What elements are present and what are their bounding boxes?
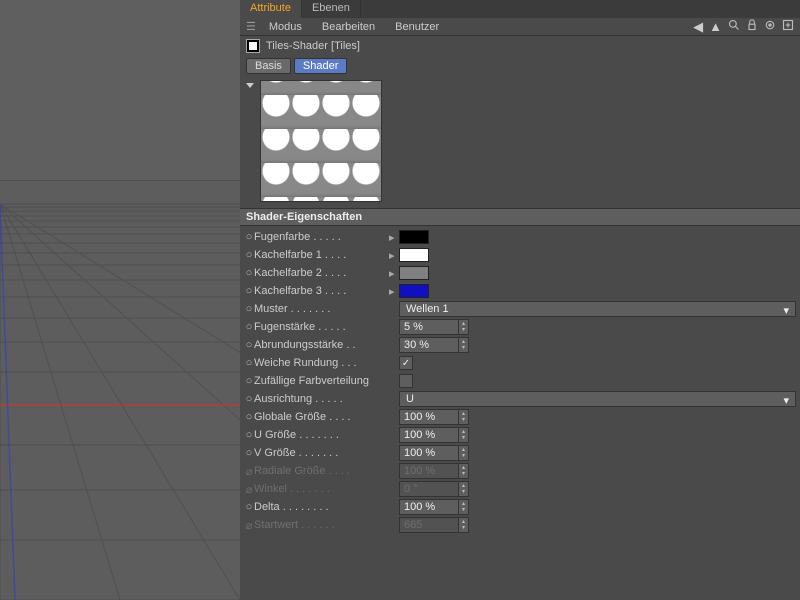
prop-abrundungsstaerke: ○Abrundungsstärke . . 30 % ▴▾ bbox=[244, 336, 796, 354]
target-icon[interactable] bbox=[764, 19, 776, 31]
select-muster[interactable]: Wellen 1 ▾ bbox=[399, 301, 796, 317]
attribute-panel: Attribute Ebenen ☰ Modus Bearbeiten Benu… bbox=[240, 0, 800, 600]
prop-delta: ○Delta . . . . . . . . 100 % ▴▾ bbox=[244, 498, 796, 516]
subtabs: Basis Shader bbox=[240, 56, 800, 78]
arrow-icon[interactable]: ▸ bbox=[389, 267, 399, 280]
viewport-grid bbox=[0, 0, 240, 600]
prop-kachelfarbe3: ○Kachelfarbe 3 . . . . ▸ bbox=[244, 282, 796, 300]
label-kachelfarbe3: Kachelfarbe 3 . . . . bbox=[254, 285, 389, 297]
spinner: ▴▾ bbox=[459, 481, 469, 497]
prop-v-groesse: ○V Größe . . . . . . . 100 % ▴▾ bbox=[244, 444, 796, 462]
input-u-groesse[interactable]: 100 % bbox=[399, 427, 459, 443]
object-name-bar: Tiles-Shader [Tiles] bbox=[240, 36, 800, 56]
swatch-kachelfarbe1[interactable] bbox=[399, 248, 429, 262]
section-header: Shader-Eigenschaften bbox=[240, 208, 800, 226]
label-fugenstaerke: Fugenstärke . . . . . bbox=[254, 321, 389, 333]
object-name: Tiles-Shader [Tiles] bbox=[266, 40, 360, 52]
prop-zufall: ○Zufällige Farbverteilung bbox=[244, 372, 796, 390]
shader-preview[interactable] bbox=[260, 80, 382, 202]
swatch-kachelfarbe2[interactable] bbox=[399, 266, 429, 280]
spinner[interactable]: ▴▾ bbox=[459, 445, 469, 461]
tiles-shader-icon bbox=[246, 39, 260, 53]
spinner: ▴▾ bbox=[459, 517, 469, 533]
nav-up-icon[interactable]: ▲ bbox=[709, 19, 722, 35]
spinner[interactable]: ▴▾ bbox=[459, 499, 469, 515]
prop-startwert: ⌀Startwert . . . . . . 665 ▴▾ bbox=[244, 516, 796, 534]
search-icon[interactable] bbox=[728, 19, 740, 31]
prop-fugenstaerke: ○Fugenstärke . . . . . 5 % ▴▾ bbox=[244, 318, 796, 336]
select-value: U bbox=[406, 393, 414, 405]
label-startwert: Startwert . . . . . . bbox=[254, 519, 389, 531]
spinner[interactable]: ▴▾ bbox=[459, 409, 469, 425]
checkbox-zufall[interactable] bbox=[399, 374, 413, 388]
viewport[interactable] bbox=[0, 0, 240, 600]
label-ausrichtung: Ausrichtung . . . . . bbox=[254, 393, 389, 405]
properties: ○Fugenfarbe . . . . . ▸ ○Kachelfarbe 1 .… bbox=[240, 228, 800, 534]
menu-benutzer[interactable]: Benutzer bbox=[385, 21, 449, 33]
checkbox-weiche-rundung[interactable]: ✓ bbox=[399, 356, 413, 370]
spinner[interactable]: ▴▾ bbox=[459, 319, 469, 335]
input-v-groesse[interactable]: 100 % bbox=[399, 445, 459, 461]
swatch-fugenfarbe[interactable] bbox=[399, 230, 429, 244]
label-fugenfarbe: Fugenfarbe . . . . . bbox=[254, 231, 389, 243]
new-window-icon[interactable] bbox=[782, 19, 794, 31]
subtab-shader[interactable]: Shader bbox=[294, 58, 347, 74]
label-delta: Delta . . . . . . . . bbox=[254, 501, 389, 513]
arrow-icon[interactable]: ▸ bbox=[389, 231, 399, 244]
label-zufall: Zufällige Farbverteilung bbox=[254, 375, 389, 387]
panel-tabs: Attribute Ebenen bbox=[240, 0, 800, 18]
tab-attribute[interactable]: Attribute bbox=[240, 0, 302, 18]
prop-fugenfarbe: ○Fugenfarbe . . . . . ▸ bbox=[244, 228, 796, 246]
preview-collapse-icon[interactable] bbox=[246, 83, 254, 88]
prop-weiche-rundung: ○Weiche Rundung . . . ✓ bbox=[244, 354, 796, 372]
lock-icon[interactable] bbox=[746, 19, 758, 31]
label-globale-groesse: Globale Größe . . . . bbox=[254, 411, 389, 423]
input-globale-groesse[interactable]: 100 % bbox=[399, 409, 459, 425]
select-ausrichtung[interactable]: U▾ bbox=[399, 391, 796, 407]
label-kachelfarbe2: Kachelfarbe 2 . . . . bbox=[254, 267, 389, 279]
chevron-down-icon: ▾ bbox=[783, 304, 789, 317]
prop-winkel: ⌀Winkel . . . . . . . 0 ° ▴▾ bbox=[244, 480, 796, 498]
label-v-groesse: V Größe . . . . . . . bbox=[254, 447, 389, 459]
spinner[interactable]: ▴▾ bbox=[459, 337, 469, 353]
label-kachelfarbe1: Kachelfarbe 1 . . . . bbox=[254, 249, 389, 261]
menu-modus[interactable]: Modus bbox=[259, 21, 312, 33]
arrow-icon[interactable]: ▸ bbox=[389, 249, 399, 262]
prop-ausrichtung: ○Ausrichtung . . . . . U▾ bbox=[244, 390, 796, 408]
label-weiche-rundung: Weiche Rundung . . . bbox=[254, 357, 389, 369]
panel-menu: ☰ Modus Bearbeiten Benutzer ◀ ▲ bbox=[240, 18, 800, 36]
select-value: Wellen 1 bbox=[406, 303, 449, 315]
input-startwert: 665 bbox=[399, 517, 459, 533]
input-delta[interactable]: 100 % bbox=[399, 499, 459, 515]
input-radiale-groesse: 100 % bbox=[399, 463, 459, 479]
mode-options-icon[interactable]: ☰ bbox=[246, 20, 255, 33]
tab-ebenen[interactable]: Ebenen bbox=[302, 0, 361, 18]
label-radiale-groesse: Radiale Größe . . . . bbox=[254, 465, 389, 477]
swatch-kachelfarbe3[interactable] bbox=[399, 284, 429, 298]
spinner[interactable]: ▴▾ bbox=[459, 427, 469, 443]
label-winkel: Winkel . . . . . . . bbox=[254, 483, 389, 495]
prop-radiale-groesse: ⌀Radiale Größe . . . . 100 % ▴▾ bbox=[244, 462, 796, 480]
menu-bearbeiten[interactable]: Bearbeiten bbox=[312, 21, 385, 33]
prop-kachelfarbe2: ○Kachelfarbe 2 . . . . ▸ bbox=[244, 264, 796, 282]
nav-back-icon[interactable]: ◀ bbox=[693, 19, 703, 35]
prop-muster: ○Muster . . . . . . . Wellen 1▾ bbox=[244, 300, 796, 318]
prop-globale-groesse: ○Globale Größe . . . . 100 % ▴▾ bbox=[244, 408, 796, 426]
subtab-basis[interactable]: Basis bbox=[246, 58, 291, 74]
chevron-down-icon: ▾ bbox=[783, 394, 789, 407]
input-fugenstaerke[interactable]: 5 % bbox=[399, 319, 459, 335]
label-abrundung: Abrundungsstärke . . bbox=[254, 339, 389, 351]
input-abrundungsstaerke[interactable]: 30 % bbox=[399, 337, 459, 353]
prop-u-groesse: ○U Größe . . . . . . . 100 % ▴▾ bbox=[244, 426, 796, 444]
input-winkel: 0 ° bbox=[399, 481, 459, 497]
prop-kachelfarbe1: ○Kachelfarbe 1 . . . . ▸ bbox=[244, 246, 796, 264]
spinner: ▴▾ bbox=[459, 463, 469, 479]
label-u-groesse: U Größe . . . . . . . bbox=[254, 429, 389, 441]
arrow-icon[interactable]: ▸ bbox=[389, 285, 399, 298]
label-muster: Muster . . . . . . . bbox=[254, 303, 389, 315]
